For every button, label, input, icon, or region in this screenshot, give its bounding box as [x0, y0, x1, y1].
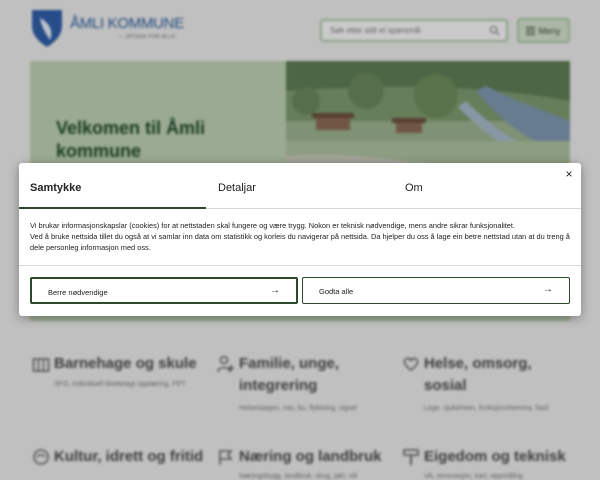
- tab-details[interactable]: Detaljar: [218, 182, 256, 194]
- arrow-right-icon: →: [270, 285, 280, 296]
- active-tab-indicator: [19, 207, 206, 209]
- consent-tab-bar: Samtykke Detaljar Om: [19, 163, 581, 209]
- accept-all-button[interactable]: Godta alle →: [302, 277, 570, 304]
- close-icon[interactable]: ×: [563, 167, 575, 181]
- necessary-only-button[interactable]: Berre nødvendige →: [30, 277, 298, 304]
- tab-consent[interactable]: Samtykke: [30, 182, 81, 194]
- consent-text-line-2: Ved å bruke nettsida tillet du også at v…: [30, 232, 570, 253]
- accept-all-label: Godta alle: [319, 287, 354, 296]
- consent-text-line-1: Vi brukar informasjonskapslar (cookies) …: [30, 221, 516, 230]
- necessary-only-label: Berre nødvendige: [48, 288, 108, 297]
- cookie-consent-dialog: Samtykke Detaljar Om × Vi brukar informa…: [19, 163, 581, 316]
- tab-about[interactable]: Om: [405, 182, 423, 194]
- dialog-divider: [19, 265, 581, 266]
- arrow-right-icon: →: [543, 284, 553, 295]
- consent-description: Vi brukar informasjonskapslar (cookies) …: [30, 220, 570, 254]
